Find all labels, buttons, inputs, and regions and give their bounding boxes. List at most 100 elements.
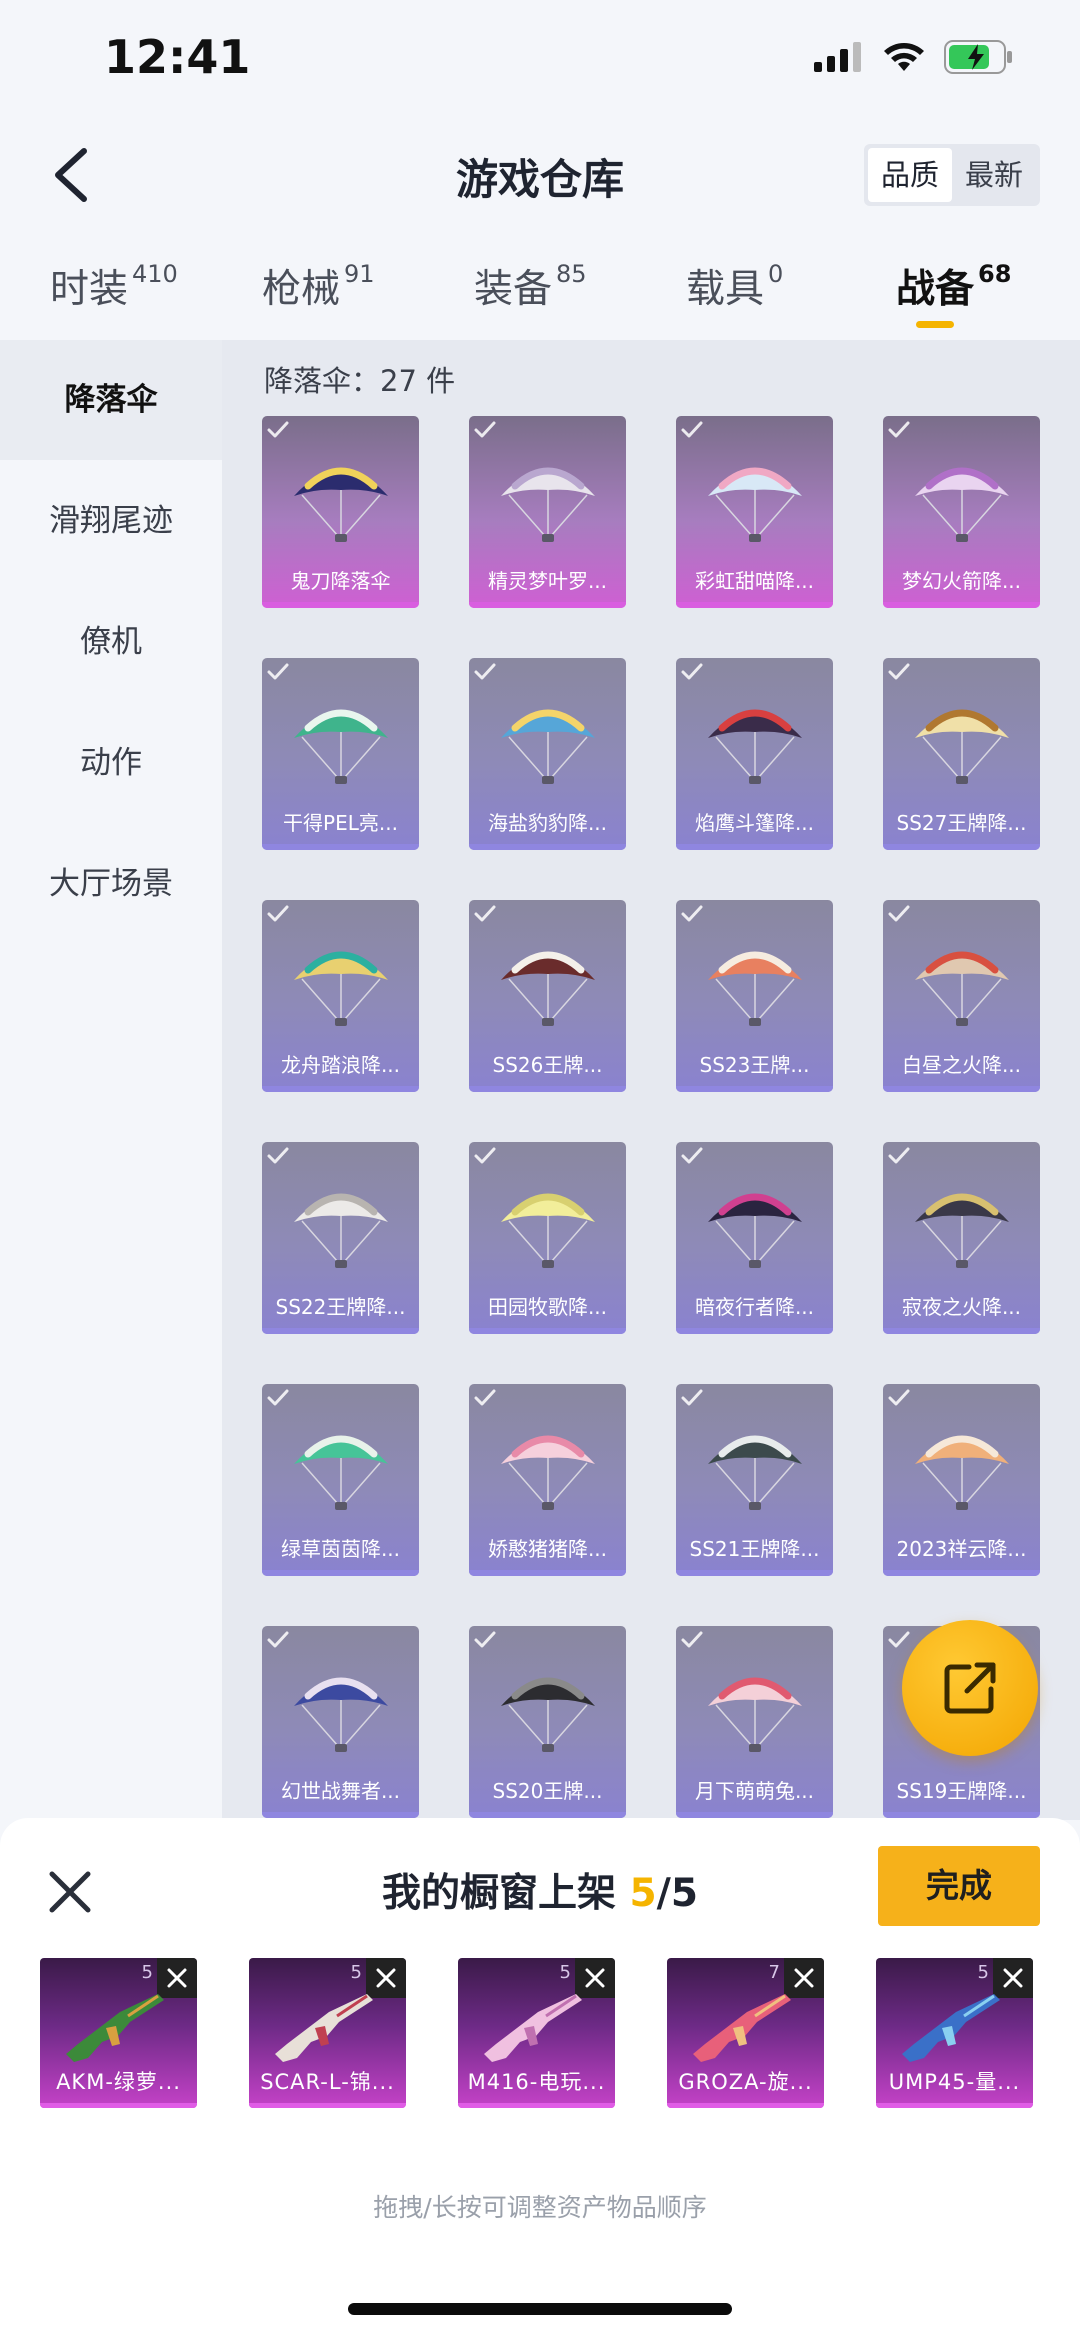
sheet-current-count: 5	[629, 1871, 657, 1916]
tab-battle-gear[interactable]: 战备 68	[896, 258, 1011, 314]
tab-count: 410	[132, 260, 178, 288]
parachute-card[interactable]: 暗夜行者降...	[676, 1142, 833, 1334]
check-icon	[681, 663, 703, 680]
close-icon	[1003, 1968, 1023, 1988]
tab-label: 时装	[50, 267, 129, 312]
tab-label: 装备	[474, 267, 553, 312]
parachute-card[interactable]: 白昼之火降...	[883, 900, 1040, 1092]
cellular-signal-icon	[814, 42, 861, 72]
parachute-image	[708, 709, 802, 784]
sheet-title-text: 我的橱窗上架	[381, 1871, 630, 1916]
parachute-name: 寂夜之火降...	[901, 1295, 1022, 1319]
tab-fashion[interactable]: 时装 410	[50, 258, 178, 314]
weapon-image	[484, 1994, 582, 2062]
rarity-bar	[676, 1570, 833, 1576]
check-icon	[681, 1147, 703, 1164]
showcase-item[interactable]: 5 AKM-绿萝...	[40, 1958, 197, 2108]
parachute-card[interactable]: SS23王牌...	[676, 900, 833, 1092]
done-button[interactable]: 完成	[878, 1846, 1040, 1926]
sidebar-item-emote[interactable]: 动作	[0, 703, 222, 823]
sidebar-item-glide-trail[interactable]: 滑翔尾迹	[0, 461, 222, 581]
parachute-name: 干得PEL亮...	[283, 811, 398, 835]
parachute-name: SS19王牌降...	[896, 1779, 1027, 1803]
parachute-image	[294, 709, 388, 784]
rarity-bar	[469, 1086, 626, 1092]
rarity-bar	[469, 844, 626, 850]
tab-count: 85	[556, 260, 587, 288]
sidebar-item-lobby-scene[interactable]: 大厅场景	[0, 824, 222, 944]
status-bar: 12:41	[0, 0, 1080, 120]
parachute-name: SS27王牌降...	[896, 811, 1027, 835]
parachute-card[interactable]: 2023祥云降...	[883, 1384, 1040, 1576]
showcase-item[interactable]: 5 SCAR-L-锦...	[249, 1958, 406, 2108]
parachute-card[interactable]: SS22王牌降...	[262, 1142, 419, 1334]
parachute-card[interactable]: 精灵梦叶罗...	[469, 416, 626, 608]
parachute-image	[501, 1435, 595, 1510]
close-icon	[585, 1968, 605, 1988]
status-time: 12:41	[104, 30, 251, 84]
reorder-hint: 拖拽/长按可调整资产物品顺序	[373, 2193, 707, 2222]
check-icon	[681, 905, 703, 922]
check-icon	[267, 1389, 289, 1406]
parachute-image	[915, 709, 1009, 784]
parachute-card[interactable]: 田园牧歌降...	[469, 1142, 626, 1334]
parachute-card[interactable]: 海盐豹豹降...	[469, 658, 626, 850]
external-link-icon	[944, 1662, 996, 1714]
showcase-item[interactable]: 7 GROZA-旋...	[667, 1958, 824, 2108]
check-icon	[267, 1147, 289, 1164]
showcase-item-name: GROZA-旋...	[678, 2070, 813, 2094]
check-icon	[474, 905, 496, 922]
rarity-bar	[876, 2103, 1033, 2108]
parachute-card[interactable]: 幻世战舞者...	[262, 1626, 419, 1818]
sidebar-item-parachute[interactable]: 降落伞	[0, 340, 222, 460]
showcase-item[interactable]: 5 M416-电玩...	[458, 1958, 615, 2108]
active-tab-indicator	[916, 321, 954, 328]
parachute-card[interactable]: 月下萌萌兔...	[676, 1626, 833, 1818]
rarity-bar	[676, 602, 833, 608]
parachute-image	[915, 467, 1009, 542]
tab-firearms[interactable]: 枪械 91	[262, 258, 375, 314]
parachute-image	[708, 1435, 802, 1510]
check-icon	[474, 1389, 496, 1406]
status-icons	[814, 40, 1014, 74]
check-icon	[681, 1389, 703, 1406]
tab-vehicles[interactable]: 载具 0	[686, 258, 783, 314]
close-icon	[167, 1968, 187, 1988]
parachute-name: 月下萌萌兔...	[694, 1779, 815, 1803]
parachute-card[interactable]: SS27王牌降...	[883, 658, 1040, 850]
sort-option-quality[interactable]: 品质	[868, 148, 952, 202]
tab-label: 枪械	[262, 267, 341, 312]
parachute-card[interactable]: 寂夜之火降...	[883, 1142, 1040, 1334]
check-icon	[474, 1631, 496, 1648]
rarity-bar	[469, 1570, 626, 1576]
tab-equipment[interactable]: 装备 85	[474, 258, 587, 314]
showcase-item[interactable]: 5 UMP45-量...	[876, 1958, 1033, 2108]
parachute-image	[915, 951, 1009, 1026]
parachute-image	[708, 951, 802, 1026]
tab-count: 91	[344, 260, 375, 288]
parachute-card[interactable]: 梦幻火箭降...	[883, 416, 1040, 608]
rarity-bar	[249, 2103, 406, 2108]
rarity-bar	[676, 1328, 833, 1334]
parachute-card[interactable]: 鬼刀降落伞	[262, 416, 419, 608]
parachute-name: SS21王牌降...	[689, 1537, 820, 1561]
parachute-card[interactable]: 彩虹甜喵降...	[676, 416, 833, 608]
parachute-card[interactable]: 绿草茵茵降...	[262, 1384, 419, 1576]
parachute-image	[708, 467, 802, 542]
parachute-card[interactable]: 干得PEL亮...	[262, 658, 419, 850]
sort-option-newest[interactable]: 最新	[952, 148, 1036, 202]
battery-charging-icon	[944, 40, 1012, 74]
parachute-card[interactable]: 娇憨猪猪降...	[469, 1384, 626, 1576]
parachute-card[interactable]: SS26王牌...	[469, 900, 626, 1092]
parachute-card[interactable]: SS21王牌降...	[676, 1384, 833, 1576]
share-button[interactable]	[902, 1620, 1038, 1756]
parachute-card[interactable]: SS20王牌...	[469, 1626, 626, 1818]
sidebar-item-wingman[interactable]: 僚机	[0, 582, 222, 702]
rarity-bar	[676, 1086, 833, 1092]
parachute-card[interactable]: 龙舟踏浪降...	[262, 900, 419, 1092]
rarity-bar	[883, 602, 1040, 608]
home-indicator	[348, 2303, 732, 2315]
parachute-name: 海盐豹豹降...	[487, 811, 608, 835]
parachute-card[interactable]: 焰鹰斗篷降...	[676, 658, 833, 850]
parachute-image	[708, 1193, 802, 1268]
